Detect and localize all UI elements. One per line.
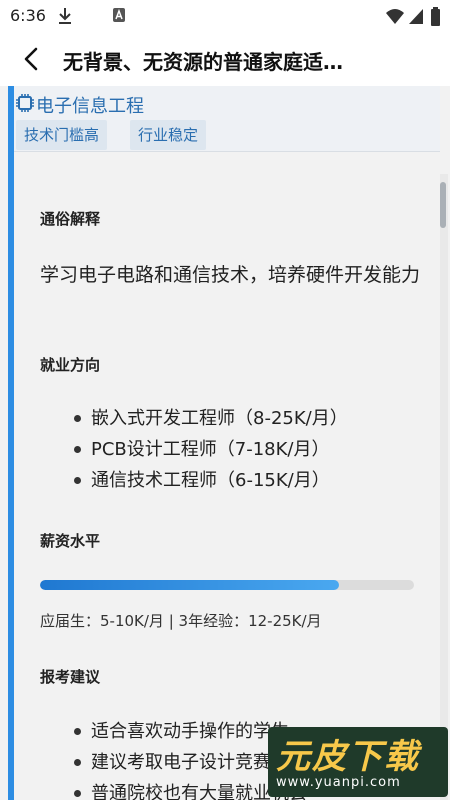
a-badge-icon [113, 8, 125, 22]
download-icon [59, 8, 71, 24]
app-bar: 无背景、无资源的普通家庭适… [0, 34, 450, 86]
battery-icon [431, 7, 440, 26]
tag-tech-threshold: 技术门槛高 [16, 120, 108, 150]
list-item: 嵌入式开发工程师（8-25K/月） [74, 403, 348, 434]
site-watermark: 元皮下载 www.yuanpi.com [268, 727, 448, 797]
salary-progress-fill [40, 580, 340, 590]
chip-icon [16, 94, 34, 112]
tag-industry-stable: 行业稳定 [130, 120, 207, 150]
list-item: PCB设计工程师（7-18K/月） [74, 434, 348, 465]
scrollbar-track[interactable] [440, 174, 448, 800]
salary-progress-bar [40, 580, 414, 590]
watermark-logo-text: 元皮下载 [276, 737, 420, 777]
status-time: 6:36 [10, 6, 46, 25]
wifi-icon [386, 9, 404, 24]
back-button[interactable] [18, 44, 46, 74]
section-title-salary: 薪资水平 [40, 532, 101, 550]
scrollbar-thumb[interactable] [440, 182, 446, 228]
content-scroll[interactable]: 电子信息工程 技术门槛高 行业稳定 通俗解释 学习电子电路和通信技术，培养硬件开… [0, 86, 450, 800]
jobs-list: 嵌入式开发工程师（8-25K/月） PCB设计工程师（7-18K/月） 通信技术… [74, 403, 348, 496]
status-bar: 6:36 [0, 0, 450, 34]
list-item: 通信技术工程师（6-15K/月） [74, 465, 348, 496]
explain-text: 学习电子电路和通信技术，培养硬件开发能力 [40, 264, 421, 286]
section-title-jobs: 就业方向 [40, 356, 101, 374]
major-card-header: 电子信息工程 技术门槛高 行业稳定 [14, 86, 440, 152]
salary-note: 应届生：5-10K/月 | 3年经验：12-25K/月 [40, 612, 322, 630]
card-accent-bar [8, 86, 14, 800]
section-title-explain: 通俗解释 [40, 210, 101, 228]
page-title: 无背景、无资源的普通家庭适… [63, 50, 343, 74]
major-name: 电子信息工程 [36, 96, 144, 117]
section-title-advice: 报考建议 [40, 668, 101, 686]
signal-icon [409, 9, 423, 24]
watermark-url: www.yuanpi.com [276, 775, 401, 790]
